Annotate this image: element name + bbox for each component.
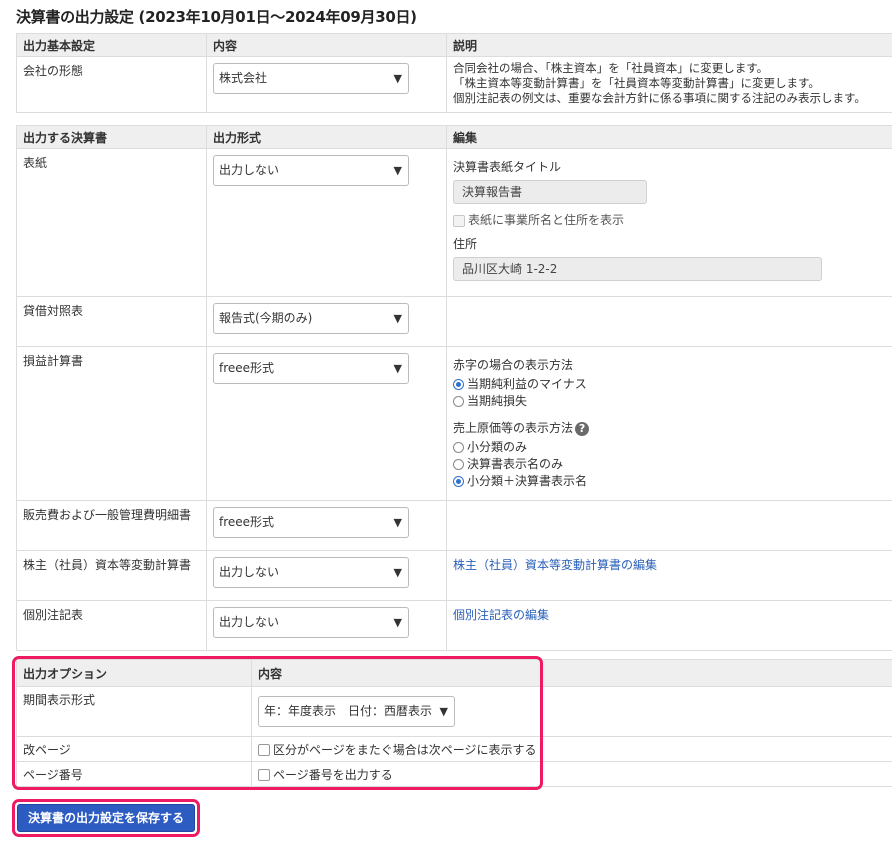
options-header-option: 出力オプション (16, 659, 252, 687)
cover-edit-cell: 決算書表紙タイトル 決算報告書 表紙に事業所名と住所を表示 住所 品川区大崎 1… (446, 148, 892, 297)
chevron-down-icon: ▼ (393, 164, 402, 177)
chevron-down-icon: ▼ (393, 312, 402, 325)
show-address-checkbox-row[interactable]: 表紙に事業所名と住所を表示 (453, 212, 890, 228)
pl-label: 損益計算書 (16, 346, 207, 501)
radio[interactable] (453, 396, 464, 407)
page-title: 決算書の出力設定 (2023年10月01日〜2024年09月30日) (16, 8, 417, 26)
equity-format-select[interactable]: 出力しない ▼ (213, 557, 409, 588)
output-options-table: 出力オプション 内容 期間表示形式 年：年度表示 日付：西暦表示 ▼ 改ページ … (16, 659, 892, 787)
sga-format-value: freee形式 (219, 515, 275, 529)
company-type-value: 株式会社 (219, 71, 268, 85)
equity-label: 株主（社員）資本等変動計算書 (16, 550, 207, 601)
desc-line: 個別注記表の例文は、重要な会計方針に係る事項に関する注記のみ表示します。 (453, 91, 866, 105)
desc-line: 「株主資本等変動計算書」を「社員資本等変動計算書」に変更します。 (453, 76, 820, 90)
pagenum-checkbox-label: ページ番号を出力する (273, 767, 393, 782)
red-option-label: 当期純損失 (467, 394, 528, 408)
equity-format-value: 出力しない (219, 565, 280, 579)
red-display-label: 赤字の場合の表示方法 (453, 358, 574, 372)
pl-format-select[interactable]: freee形式 ▼ (213, 353, 409, 384)
cover-format-select[interactable]: 出力しない ▼ (213, 155, 409, 186)
desc-line: 合同会社の場合、「株主資本」を「社員資本」に変更します。 (453, 61, 769, 75)
question-circle-icon[interactable]: ? (575, 421, 590, 436)
cogs-option-label: 小分類のみ (467, 440, 528, 454)
cogs-display-label: 売上原価等の表示方法? (453, 420, 890, 437)
address-input[interactable]: 品川区大崎 1-2-2 (453, 257, 822, 281)
notes-edit-link[interactable]: 個別注記表の編集 (453, 608, 549, 622)
chevron-down-icon: ▼ (439, 705, 448, 718)
red-option-row[interactable]: 当期純利益のマイナス (453, 376, 890, 393)
company-type-desc: 合同会社の場合、「株主資本」を「社員資本」に変更します。 「株主資本等変動計算書… (446, 56, 892, 113)
chevron-down-icon: ▼ (393, 516, 402, 529)
pagebreak-checkbox-label: 区分がページをまたぐ場合は次ページに表示する (273, 742, 537, 757)
bs-format-value: 報告式(今期のみ) (219, 311, 313, 325)
sga-format-select[interactable]: freee形式 ▼ (213, 507, 409, 538)
pl-edit-cell: 赤字の場合の表示方法 当期純利益のマイナス 当期純損失 売上原価等の表示方法? … (446, 346, 892, 501)
radio-selected[interactable] (453, 476, 464, 487)
company-type-cell: 株式会社 ▼ (206, 56, 447, 113)
basic-header-setting: 出力基本設定 (16, 33, 207, 57)
bs-label: 貸借対照表 (16, 296, 207, 347)
cogs-option-row[interactable]: 決算書表示名のみ (453, 456, 890, 473)
red-option-row[interactable]: 当期純損失 (453, 393, 890, 410)
show-address-label: 表紙に事業所名と住所を表示 (468, 213, 625, 227)
cover-format-value: 出力しない (219, 163, 280, 177)
basic-header-content: 内容 (206, 33, 447, 57)
cogs-display-text: 売上原価等の表示方法 (453, 421, 574, 435)
equity-edit-link[interactable]: 株主（社員）資本等変動計算書の編集 (453, 558, 657, 572)
period-format-value: 年：年度表示 日付：西暦表示 (264, 704, 433, 718)
red-option-label: 当期純利益のマイナス (467, 377, 587, 391)
pagenum-checkbox[interactable] (258, 769, 270, 781)
cover-title-input[interactable]: 決算報告書 (453, 180, 647, 204)
stmt-header-name: 出力する決算書 (16, 125, 207, 149)
chevron-down-icon: ▼ (393, 72, 402, 85)
period-format-select[interactable]: 年：年度表示 日付：西暦表示 ▼ (258, 696, 455, 727)
radio[interactable] (453, 442, 464, 453)
pl-format-value: freee形式 (219, 361, 275, 375)
pagenum-checkbox-row[interactable]: ページ番号を出力する (251, 761, 892, 787)
save-settings-button[interactable]: 決算書の出力設定を保存する (17, 804, 196, 832)
bs-format-select[interactable]: 報告式(今期のみ) ▼ (213, 303, 409, 334)
sga-label: 販売費および一般管理費明細書 (16, 500, 207, 551)
cogs-option-row[interactable]: 小分類のみ (453, 439, 890, 456)
address-label: 住所 (453, 237, 478, 251)
cover-label: 表紙 (16, 148, 207, 297)
save-button-highlight: 決算書の出力設定を保存する (12, 799, 201, 837)
cover-title-label: 決算書表紙タイトル (453, 160, 562, 174)
radio-selected[interactable] (453, 379, 464, 390)
notes-format-select[interactable]: 出力しない ▼ (213, 607, 409, 638)
pagebreak-checkbox-row[interactable]: 区分がページをまたぐ場合は次ページに表示する (251, 736, 892, 762)
stmt-header-edit: 編集 (446, 125, 892, 149)
cogs-option-row[interactable]: 小分類＋決算書表示名 (453, 473, 890, 490)
basic-settings-table: 出力基本設定 内容 説明 会社の形態 株式会社 ▼ 合同会社の場合、「株主資本」… (16, 33, 892, 113)
basic-header-desc: 説明 (446, 33, 892, 57)
statements-table: 出力する決算書 出力形式 編集 表紙 出力しない ▼ 決算書表紙タイトル 決算報… (16, 125, 892, 651)
options-header-content: 内容 (251, 659, 892, 687)
period-format-label: 期間表示形式 (16, 686, 252, 737)
company-type-label: 会社の形態 (16, 56, 207, 113)
notes-label: 個別注記表 (16, 600, 207, 651)
company-type-select[interactable]: 株式会社 ▼ (213, 63, 409, 94)
chevron-down-icon: ▼ (393, 616, 402, 629)
radio[interactable] (453, 459, 464, 470)
cogs-option-label: 小分類＋決算書表示名 (467, 474, 588, 488)
pagenum-label: ページ番号 (16, 761, 252, 787)
stmt-header-format: 出力形式 (206, 125, 447, 149)
show-address-checkbox[interactable] (453, 214, 465, 227)
pagebreak-label: 改ページ (16, 736, 252, 762)
notes-format-value: 出力しない (219, 615, 280, 629)
chevron-down-icon: ▼ (393, 362, 402, 375)
chevron-down-icon: ▼ (393, 566, 402, 579)
pagebreak-checkbox[interactable] (258, 744, 270, 756)
cogs-option-label: 決算書表示名のみ (467, 457, 564, 471)
